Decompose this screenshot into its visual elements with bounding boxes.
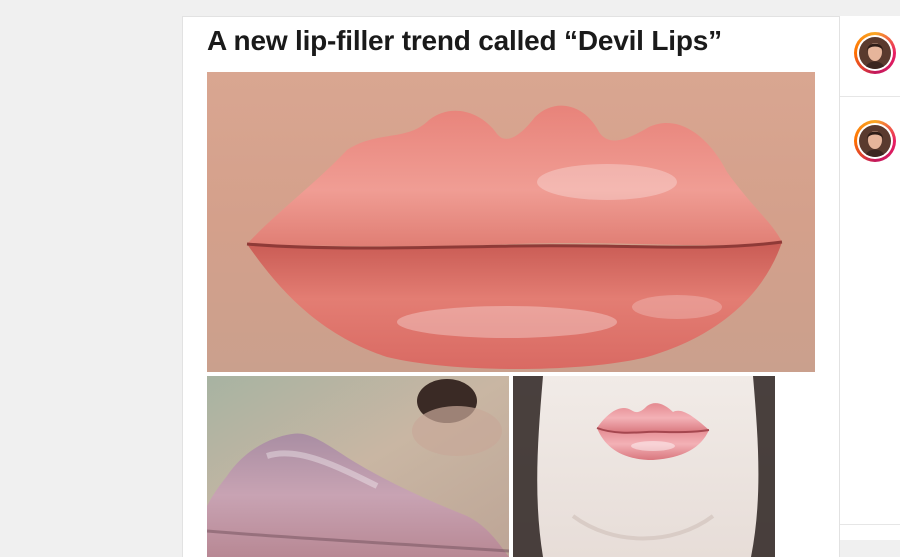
story-avatar[interactable] — [854, 32, 896, 74]
post-title: A new lip-filler trend called “Devil Lip… — [207, 25, 722, 56]
avatar-image — [857, 123, 893, 159]
sidebar-divider — [840, 524, 900, 525]
post-card: A new lip-filler trend called “Devil Lip… — [182, 16, 840, 557]
avatar-image — [857, 35, 893, 71]
lips-profile-photo[interactable] — [207, 376, 509, 557]
lips-front-photo[interactable] — [513, 376, 775, 557]
sidebar-divider — [840, 96, 900, 97]
story-avatar[interactable] — [854, 120, 896, 162]
sidebar — [840, 16, 900, 540]
lips-closeup-photo[interactable] — [207, 72, 815, 372]
